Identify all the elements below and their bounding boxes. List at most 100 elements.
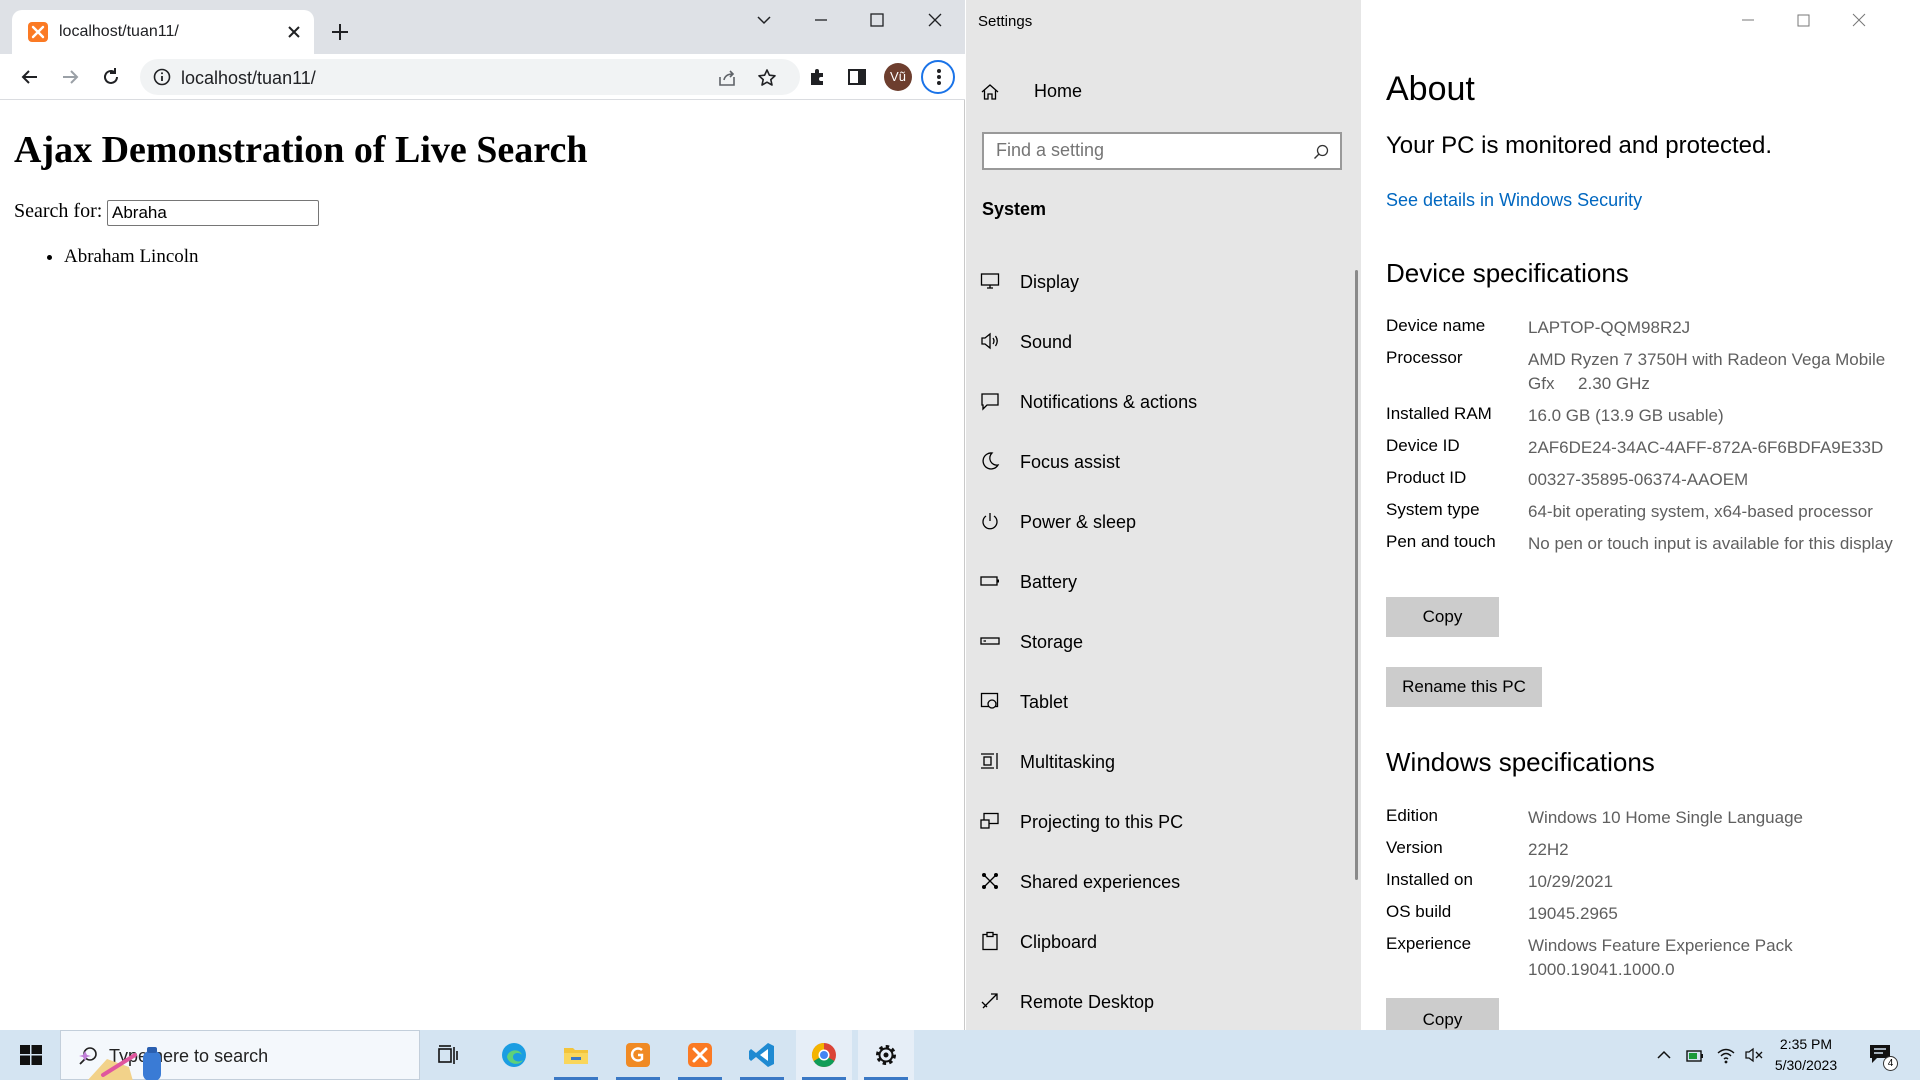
maximize-icon[interactable] xyxy=(862,8,892,32)
extensions-puzzle-icon[interactable] xyxy=(806,66,828,88)
nav-notifications[interactable]: Notifications & actions xyxy=(966,378,1346,426)
device-specs-heading: Device specifications xyxy=(1386,258,1629,288)
spec-value: 22H2 xyxy=(1528,840,1569,859)
spec-label: OS build xyxy=(1386,902,1452,921)
vscode-icon xyxy=(749,1043,774,1067)
spec-value: LAPTOP-QQM98R2J xyxy=(1528,318,1691,337)
home-label: Home xyxy=(1034,81,1083,101)
taskbar-vscode[interactable] xyxy=(734,1030,790,1080)
taskbar-file-explorer[interactable] xyxy=(548,1030,604,1080)
nav-clipboard[interactable]: Clipboard xyxy=(966,918,1346,966)
page-heading: Ajax Demonstration of Live Search xyxy=(14,129,588,171)
bookmark-star-icon[interactable] xyxy=(756,67,778,89)
nav-multitasking[interactable]: Multitasking xyxy=(966,738,1346,786)
close-window-icon[interactable] xyxy=(920,8,950,32)
taskbar-settings[interactable] xyxy=(858,1030,914,1080)
moon-icon xyxy=(982,452,1000,470)
tab-title: localhost/tuan11/ xyxy=(59,23,179,40)
wifi-icon[interactable] xyxy=(1716,1045,1736,1065)
taskbar-pdf-app[interactable] xyxy=(610,1030,666,1080)
spec-label: Device ID xyxy=(1386,436,1460,455)
spec-label: Device name xyxy=(1386,316,1486,335)
nav-label: Sound xyxy=(1020,332,1073,352)
gear-icon xyxy=(876,1045,896,1065)
spec-label: Experience xyxy=(1386,934,1472,953)
settings-search-box[interactable] xyxy=(982,132,1342,170)
taskbar-xampp[interactable] xyxy=(672,1030,728,1080)
spec-value: Windows 10 Home Single Language xyxy=(1528,808,1804,827)
task-view-icon xyxy=(438,1045,458,1064)
search-result-item[interactable]: Abraham Lincoln xyxy=(64,246,199,268)
task-view-button[interactable] xyxy=(420,1030,476,1080)
close-tab-icon[interactable] xyxy=(284,22,304,42)
volume-muted-icon[interactable] xyxy=(1744,1045,1764,1065)
site-info-icon[interactable] xyxy=(152,67,172,87)
search-row: Search for: xyxy=(14,200,319,226)
new-tab-icon[interactable] xyxy=(328,20,352,44)
nav-tablet[interactable]: Tablet xyxy=(966,678,1346,726)
live-search-input[interactable] xyxy=(107,200,319,226)
system-section-heading: System xyxy=(982,199,1047,219)
nav-storage[interactable]: Storage xyxy=(966,618,1346,666)
taskbar-clock[interactable]: 2:35 PM 5/30/2023 xyxy=(1766,1034,1846,1076)
settings-close-icon[interactable] xyxy=(1844,8,1874,32)
windows-security-link[interactable]: See details in Windows Security xyxy=(1386,190,1642,211)
browser-menu-kebab-icon[interactable] xyxy=(921,60,955,94)
chrome-icon xyxy=(811,1043,836,1068)
tab-strip: localhost/tuan11/ xyxy=(0,0,965,54)
show-hidden-icons-chevron-icon[interactable] xyxy=(1654,1045,1674,1065)
spec-value: 16.0 GB (13.9 GB usable) xyxy=(1528,406,1724,425)
battery-charging-icon[interactable] xyxy=(1685,1045,1705,1065)
clock-date: 5/30/2023 xyxy=(1774,1057,1838,1073)
nav-label: Notifications & actions xyxy=(1020,392,1198,412)
spec-value: No pen or touch input is available for t… xyxy=(1528,534,1893,553)
taskbar: Type here to search 2:35 PM 5/30/2023 4 xyxy=(0,1030,1920,1080)
settings-sidebar: Settings Home System Display Sound Notif… xyxy=(966,0,1361,1030)
tab-search-chevron-icon[interactable] xyxy=(749,8,779,32)
nav-power-sleep[interactable]: Power & sleep xyxy=(966,498,1346,546)
nav-remote-desktop[interactable]: Remote Desktop xyxy=(966,978,1346,1026)
nav-projecting[interactable]: Projecting to this PC xyxy=(966,798,1346,846)
settings-minimize-icon[interactable] xyxy=(1733,8,1763,32)
protection-status: Your PC is monitored and protected. xyxy=(1386,132,1773,159)
share-icon[interactable] xyxy=(716,67,738,89)
nav-focus-assist[interactable]: Focus assist xyxy=(966,438,1346,486)
display-icon xyxy=(980,273,1000,289)
copy-windows-specs-button[interactable]: Copy xyxy=(1386,998,1499,1030)
nav-label: Clipboard xyxy=(1020,932,1098,952)
spec-label: System type xyxy=(1386,500,1480,519)
nav-display[interactable]: Display xyxy=(966,258,1346,306)
nav-label: Display xyxy=(1020,272,1080,292)
browser-tab[interactable]: localhost/tuan11/ xyxy=(12,10,314,54)
sidebar-scrollbar[interactable] xyxy=(1355,270,1358,880)
address-bar[interactable]: localhost/tuan11/ xyxy=(140,59,800,95)
nav-label: Tablet xyxy=(1020,692,1069,712)
remote-desktop-icon xyxy=(981,993,998,1009)
profile-avatar[interactable]: Vũ xyxy=(884,63,912,91)
forward-arrow-icon[interactable] xyxy=(59,66,81,88)
settings-window-title: Settings xyxy=(978,13,1033,30)
taskbar-edge[interactable] xyxy=(486,1030,542,1080)
rename-pc-button[interactable]: Rename this PC xyxy=(1386,667,1542,707)
nav-sound[interactable]: Sound xyxy=(966,318,1346,366)
nav-shared-experiences[interactable]: Shared experiences xyxy=(966,858,1346,906)
spec-value: 19045.2965 xyxy=(1528,904,1618,923)
settings-maximize-icon[interactable] xyxy=(1788,8,1818,32)
action-center-button[interactable]: 4 xyxy=(1868,1042,1898,1071)
nav-battery[interactable]: Battery xyxy=(966,558,1346,606)
tablet-icon xyxy=(980,692,999,709)
start-button[interactable] xyxy=(0,1030,60,1080)
spec-label: Version xyxy=(1386,838,1443,857)
reload-icon[interactable] xyxy=(100,66,122,88)
spec-value: 64-bit operating system, x64-based proce… xyxy=(1528,502,1873,521)
spec-value: AMD Ryzen 7 3750H with Radeon Vega Mobil… xyxy=(1528,350,1890,393)
back-arrow-icon[interactable] xyxy=(19,66,41,88)
copy-device-specs-button[interactable]: Copy xyxy=(1386,597,1499,637)
find-setting-input[interactable] xyxy=(996,140,1296,161)
search-highlight-illustration-icon xyxy=(79,1047,161,1080)
side-panel-icon[interactable] xyxy=(846,66,868,88)
minimize-icon[interactable] xyxy=(806,8,836,32)
battery-icon xyxy=(980,576,999,586)
taskbar-chrome[interactable] xyxy=(796,1030,852,1080)
taskbar-search-box[interactable]: Type here to search xyxy=(60,1030,420,1080)
